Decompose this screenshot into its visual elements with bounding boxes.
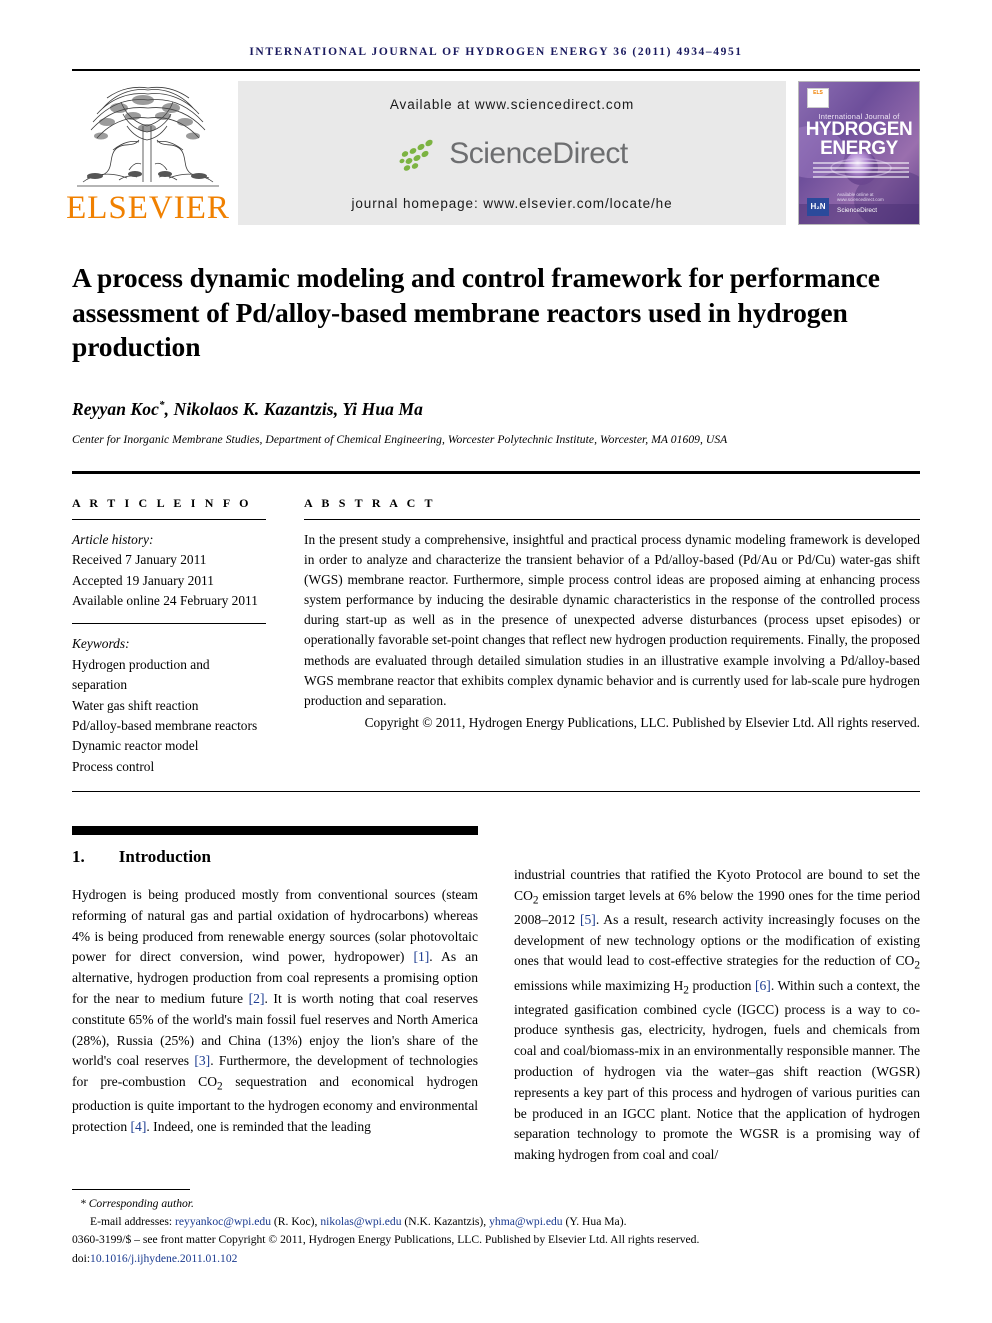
keyword-item: Process control [72, 758, 155, 774]
keyword-item: Dynamic reactor model [72, 738, 199, 754]
keyword-item: Hydrogen production and separation [72, 656, 210, 693]
available-at-text: Available at www.sciencedirect.com [389, 97, 635, 112]
abstract-copyright: Copyright © 2011, Hydrogen Energy Public… [364, 714, 920, 730]
cover-title-line1: HYDROGEN [805, 119, 913, 140]
journal-cover-thumbnail[interactable]: ELS International Journal of HYDROGEN EN… [798, 81, 920, 225]
email-label: E-mail addresses: [90, 1215, 173, 1229]
keywords-rule [72, 623, 266, 625]
intro-paragraph-right: industrial countries that ratified the K… [514, 865, 920, 1166]
section-title: Introduction [118, 847, 212, 867]
keywords-block: Keywords: Hydrogen production and separa… [72, 634, 266, 777]
cover-title-line2: ENERGY [820, 138, 898, 159]
citation-ref-2[interactable]: [2] [249, 991, 265, 1006]
section-number: 1. [72, 847, 85, 867]
body-left-column: 1. Introduction Hydrogen is being produc… [72, 826, 478, 1166]
abstract-text: In the present study a comprehensive, in… [304, 531, 920, 708]
article-info-rule [72, 518, 266, 520]
abstract-bottom-rule [72, 791, 920, 793]
cover-hydrogen-badge: H₂N [807, 198, 829, 216]
elsevier-logo[interactable]: ELSEVIER [66, 79, 229, 227]
email-owner-1: (R. Koc) [273, 1215, 315, 1229]
email-sep-3: . [623, 1215, 627, 1229]
author-rest: , Nikolaos K. Kazantzis, Yi Hua Ma [164, 398, 423, 419]
running-head: international journal of hydrogen energy… [249, 46, 743, 58]
email-sep-2: , [483, 1215, 487, 1229]
author-list: Reyyan Koc*, Nikolaos K. Kazantzis, Yi H… [72, 399, 920, 420]
article-info-column: A R T I C L E I N F O Article history: R… [72, 496, 304, 777]
footer-rule [72, 1188, 190, 1190]
email-owner-3: (Y. Hua Ma) [565, 1215, 624, 1229]
citation-ref-1[interactable]: [1] [413, 949, 429, 964]
section-bar [72, 826, 478, 836]
sciencedirect-leaf-icon [399, 139, 433, 171]
abstract-column: A B S T R A C T In the present study a c… [304, 496, 920, 777]
sciencedirect-wordmark: ScienceDirect [449, 137, 628, 170]
history-label: Article history: [72, 531, 154, 547]
affiliation: Center for Inorganic Membrane Studies, D… [72, 432, 728, 446]
intro-paragraph-left: Hydrogen is being produced mostly from c… [72, 885, 478, 1138]
page-title: A process dynamic modeling and control f… [72, 262, 880, 363]
email-link-1[interactable]: reyyankoc@wpi.edu [175, 1215, 271, 1228]
corresponding-author-note: * Corresponding author. [80, 1196, 194, 1210]
keyword-item: Pd/alloy-based membrane reactors [72, 717, 258, 733]
doi-line: doi:10.1016/j.ijhydene.2011.01.102 [72, 1250, 920, 1268]
text-run: . Within such a context, the integrated … [514, 977, 920, 1163]
elsevier-tree-icon [77, 86, 219, 187]
abstract-rule [304, 518, 920, 520]
info-abstract-region: A R T I C L E I N F O Article history: R… [72, 496, 920, 777]
history-received: Received 7 January 2011 [72, 552, 207, 568]
email-owner-2: (N.K. Kazantzis) [404, 1215, 484, 1229]
body-right-column: industrial countries that ratified the K… [514, 826, 920, 1166]
masthead: ELSEVIER Available at www.sciencedirect.… [66, 79, 920, 227]
doi-label: doi: [72, 1251, 91, 1265]
page-footer: * Corresponding author. E-mail addresses… [72, 1188, 920, 1268]
history-available-online: Available online 24 February 2011 [72, 593, 258, 609]
email-addresses-line: E-mail addresses: reyyankoc@wpi.edu (R. … [72, 1213, 920, 1231]
journal-homepage-text[interactable]: journal homepage: www.elsevier.com/locat… [351, 196, 672, 211]
sciencedirect-banner: Available at www.sciencedirect.com Scien… [238, 81, 786, 225]
citation-ref-4[interactable]: [4] [131, 1119, 147, 1134]
article-history: Article history: Received 7 January 2011… [72, 530, 266, 612]
email-sep-1: , [314, 1215, 318, 1229]
column-spacer [514, 826, 920, 865]
citation-ref-3[interactable]: [3] [194, 1053, 210, 1068]
citation-ref-6[interactable]: [6] [755, 978, 771, 993]
article-info-heading: A R T I C L E I N F O [72, 495, 252, 510]
citation-ref-5[interactable]: [5] [580, 912, 596, 927]
email-link-2[interactable]: nikolas@wpi.edu [320, 1215, 401, 1228]
history-accepted: Accepted 19 January 2011 [72, 572, 214, 588]
author-first: Reyyan Koc [72, 398, 160, 419]
keywords-label: Keywords: [72, 636, 130, 652]
header-divider [72, 470, 920, 474]
elsevier-wordmark: ELSEVIER [66, 190, 230, 226]
doi-link[interactable]: 10.1016/j.ijhydene.2011.01.102 [90, 1252, 237, 1265]
cover-editor-lines [813, 162, 909, 180]
article-page: international journal of hydrogen energy… [0, 0, 992, 1323]
body-columns: 1. Introduction Hydrogen is being produc… [72, 826, 920, 1166]
cover-sd-sub: Available online at www.sciencedirect.co… [837, 192, 884, 202]
keyword-item: Water gas shift reaction [72, 697, 199, 713]
cover-badge-text: ELS [813, 90, 823, 96]
cover-elsevier-badge: ELS [807, 88, 829, 108]
sciencedirect-logo[interactable]: ScienceDirect [396, 134, 628, 174]
top-rule [72, 69, 920, 71]
text-run: . Indeed, one is reminded that the leadi… [146, 1119, 371, 1135]
abstract-heading: A B S T R A C T [304, 495, 436, 510]
cover-sd-label: ScienceDirect [837, 207, 878, 214]
email-link-3[interactable]: yhma@wpi.edu [489, 1215, 562, 1228]
section-heading: 1. Introduction [72, 847, 478, 867]
issn-copyright-line: 0360-3199/$ – see front matter Copyright… [72, 1233, 700, 1247]
